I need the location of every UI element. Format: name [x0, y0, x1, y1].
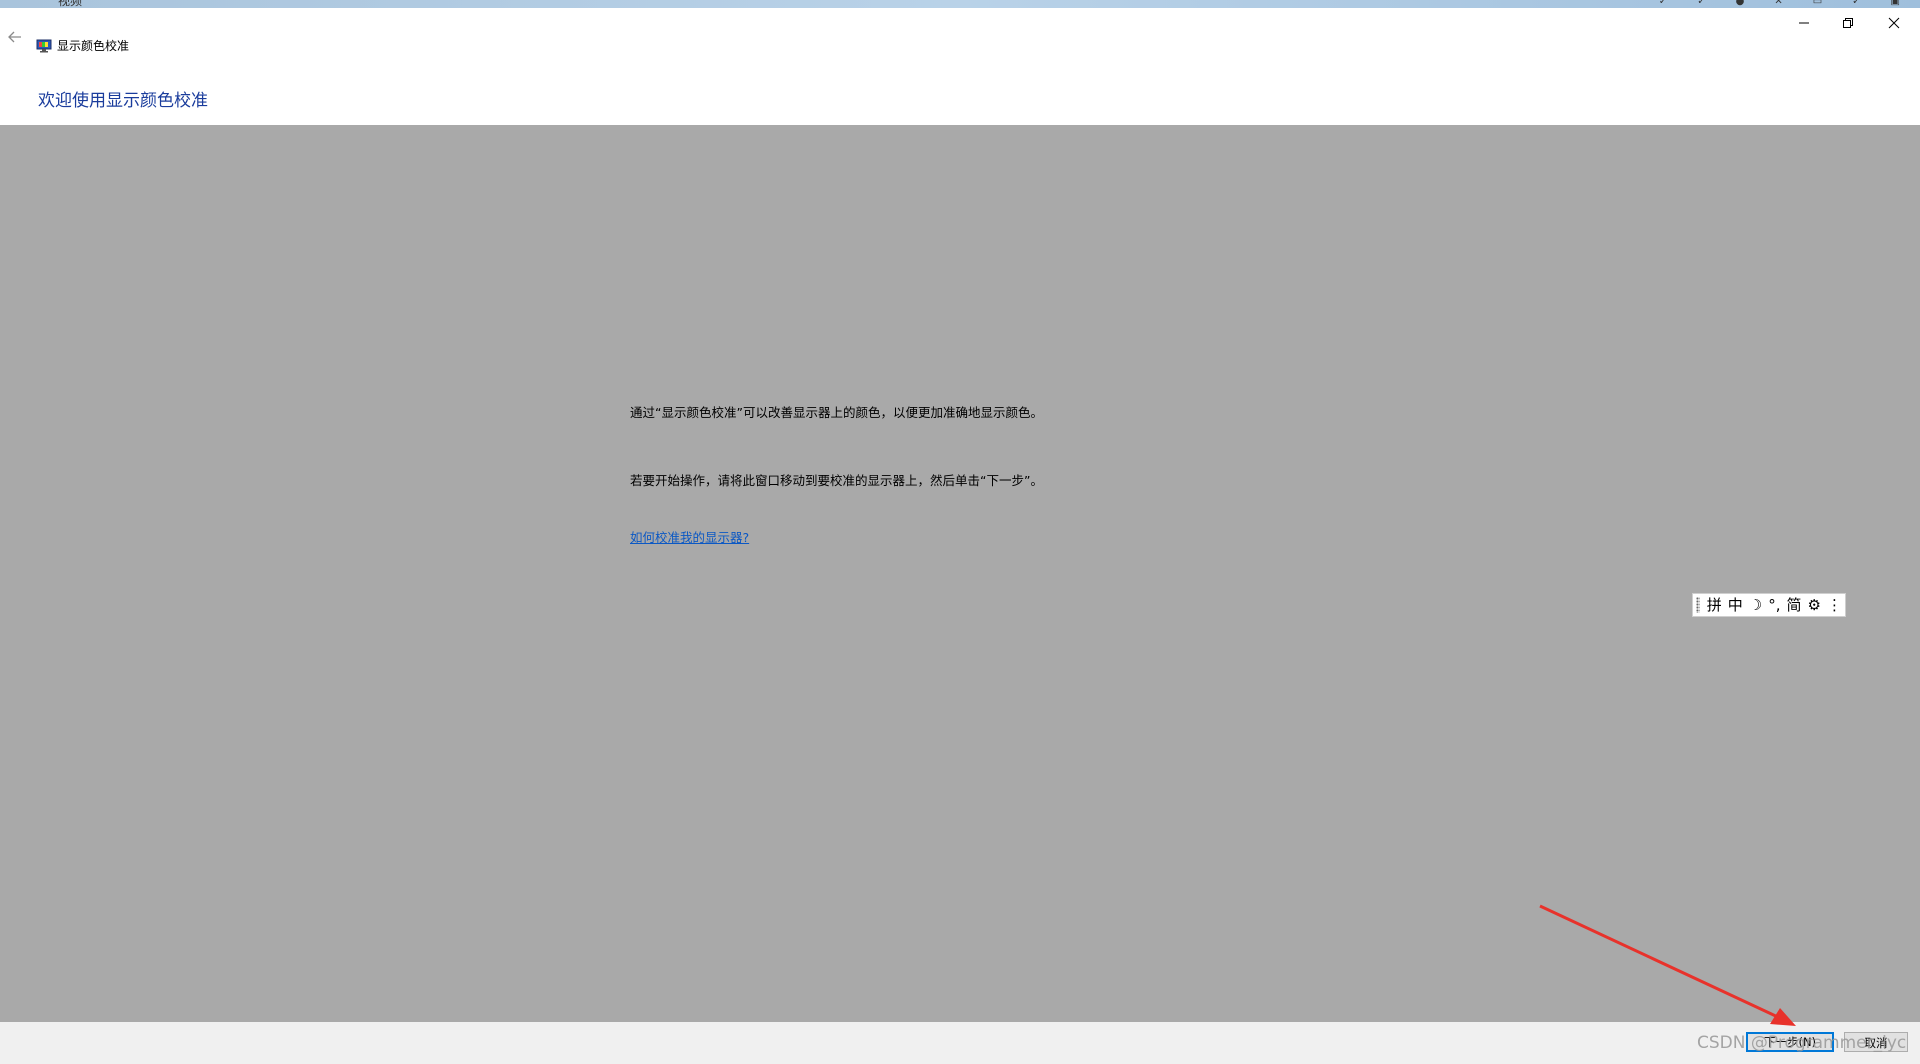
- back-arrow-icon: [8, 31, 21, 43]
- footer-bar: [0, 1022, 1920, 1064]
- ime-settings-icon[interactable]: ⚙: [1805, 594, 1824, 616]
- back-button[interactable]: [6, 28, 24, 46]
- close-icon: [1888, 17, 1900, 29]
- next-button[interactable]: 下一步(N): [1746, 1032, 1834, 1052]
- page-title: 欢迎使用显示颜色校准: [38, 91, 208, 111]
- restore-icon: [1843, 18, 1853, 28]
- tray-icon[interactable]: ✓: [1659, 0, 1667, 7]
- ime-toolbar[interactable]: 拼 中 ☽ °, 简 ⚙ ⋮: [1692, 593, 1846, 617]
- restore-button[interactable]: [1826, 12, 1870, 34]
- cancel-button[interactable]: 取消: [1844, 1032, 1908, 1052]
- monitor-calibration-icon: [36, 38, 52, 53]
- help-link[interactable]: 如何校准我的显示器?: [630, 527, 749, 546]
- instruction-paragraph: 若要开始操作，请将此窗口移动到要校准的显示器上，然后单击“下一步”。: [630, 473, 1043, 488]
- tray-icon[interactable]: ✕: [1774, 0, 1782, 7]
- tray-icon[interactable]: ▣: [1891, 0, 1900, 7]
- tray-icon[interactable]: ✓: [1852, 0, 1860, 7]
- ime-moon-icon[interactable]: ☽: [1746, 594, 1765, 616]
- minimize-button[interactable]: [1782, 12, 1826, 34]
- top-strip: 视频 ✓ ✓ ● ✕ ▭ ✓ ▣: [0, 0, 1920, 8]
- ime-chinese-mode[interactable]: 中: [1725, 594, 1746, 616]
- ime-more-icon[interactable]: ⋮: [1824, 594, 1845, 616]
- ime-punctuation-icon[interactable]: °,: [1765, 594, 1783, 616]
- ime-pinyin-icon[interactable]: 拼: [1704, 594, 1725, 616]
- window-title: 显示颜色校准: [57, 39, 130, 53]
- tray-icon[interactable]: ▭: [1813, 0, 1822, 7]
- tray-icon[interactable]: ●: [1736, 0, 1745, 7]
- content-area: 通过“显示颜色校准”可以改善显示器上的颜色，以便更加准确地显示颜色。 若要开始操…: [0, 125, 1920, 1022]
- intro-paragraph: 通过“显示颜色校准”可以改善显示器上的颜色，以便更加准确地显示颜色。: [630, 405, 1043, 420]
- ime-drag-handle[interactable]: [1696, 597, 1700, 613]
- top-strip-text: 视频: [58, 0, 83, 8]
- ime-simplified-mode[interactable]: 简: [1784, 594, 1805, 616]
- tray-icons: ✓ ✓ ● ✕ ▭ ✓ ▣: [1659, 0, 1900, 7]
- minimize-icon: [1799, 22, 1809, 24]
- close-button[interactable]: [1872, 12, 1916, 34]
- title-bar: [0, 8, 1920, 52]
- tray-icon[interactable]: ✓: [1697, 0, 1705, 7]
